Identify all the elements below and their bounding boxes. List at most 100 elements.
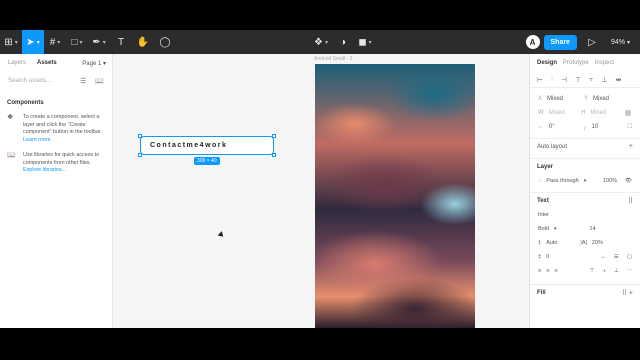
- component-tool-button[interactable]: ❖ ▾: [310, 30, 332, 54]
- auto-layout-section: Auto layout +: [530, 138, 640, 154]
- text-tool-button[interactable]: T: [110, 30, 132, 54]
- library-book-icon: 📖: [7, 152, 16, 159]
- align-center-h-icon[interactable]: ⫶: [551, 76, 553, 84]
- pen-tool-button[interactable]: ✒ ▾: [88, 30, 110, 54]
- resize-handle[interactable]: [272, 134, 276, 138]
- components-title: Components: [7, 100, 44, 106]
- comment-icon: ◯: [159, 36, 171, 48]
- explore-libraries-link[interactable]: Explore libraries...: [23, 167, 105, 175]
- vertical-align-top-icon[interactable]: ⊤: [590, 268, 595, 275]
- text-align-left-icon[interactable]: ≡: [538, 268, 541, 274]
- rotation-icon: ∟: [538, 124, 544, 130]
- font-family-select[interactable]: Inter: [538, 212, 549, 218]
- text-title: Text: [537, 197, 549, 204]
- sky-clouds-image[interactable]: [315, 64, 475, 328]
- frame-tool-button[interactable]: # ▾: [44, 30, 66, 54]
- x-field[interactable]: Mixed: [547, 96, 563, 102]
- resize-handle[interactable]: [272, 153, 276, 157]
- create-component-info: ❖ To create a component, select a layer …: [0, 114, 112, 144]
- text-styles-icon[interactable]: ⠿: [628, 197, 633, 205]
- text-align-center-icon[interactable]: ≡: [546, 268, 549, 274]
- hand-icon: ✋: [136, 36, 150, 48]
- vertical-align-bottom-icon[interactable]: ⊥: [614, 268, 619, 275]
- constrain-proportions-icon[interactable]: ⛓: [624, 110, 632, 117]
- libraries-info: 📖 Use libraries for quick access to comp…: [0, 152, 112, 175]
- tab-layers[interactable]: Layers: [8, 60, 26, 66]
- selection-size-badge: 300 × 40: [194, 157, 220, 165]
- mask-tool-button[interactable]: ◑: [332, 30, 354, 54]
- paragraph-spacing-field[interactable]: 0: [546, 254, 549, 260]
- eye-icon[interactable]: 👁: [625, 178, 632, 184]
- font-weight-select[interactable]: Bold: [538, 226, 549, 232]
- add-fill-icon[interactable]: ⠿ +: [622, 289, 633, 297]
- comment-tool-button[interactable]: ◯: [154, 30, 176, 54]
- radius-field[interactable]: 10: [592, 124, 599, 131]
- paragraph-spacing-icon: ‡: [538, 254, 542, 260]
- avatar[interactable]: A: [525, 35, 540, 49]
- component-icon: ❖: [7, 114, 14, 121]
- canvas[interactable]: Contactme4work 300 × 40 Android Small - …: [113, 54, 529, 328]
- w-field[interactable]: Mixed: [549, 110, 565, 116]
- align-left-icon[interactable]: ⊢: [537, 76, 543, 84]
- page-selector[interactable]: Page 1 ▾: [82, 60, 106, 67]
- align-middle-icon[interactable]: ⫟: [589, 76, 593, 84]
- rotation-field[interactable]: 0°: [549, 124, 555, 130]
- move-cursor-icon: ➤: [26, 36, 35, 48]
- rectangle-icon: □: [71, 36, 78, 48]
- layer-title: Layer: [537, 163, 554, 170]
- figma-window: ⊞ ▾ ➤ ▾ # ▾ □ ▾ ✒ ▾ T ✋ ◯ ❖ ▾ ◑ ◼ ▾ A Share ▷ 9…: [0, 30, 640, 328]
- w-label: W: [538, 110, 544, 116]
- font-size-field[interactable]: 14: [590, 226, 596, 232]
- layer-section: Layer: [530, 158, 640, 174]
- text-section: Text ⠿: [530, 192, 640, 208]
- alignment-toolbar: ⊢ ⫶ ⊣ ⊤ ⫟ ⊥ ⇹: [530, 72, 640, 88]
- align-bottom-icon[interactable]: ⊥: [601, 76, 607, 84]
- component-icon: ❖: [314, 36, 323, 48]
- list-view-icon[interactable]: ☰: [80, 77, 86, 85]
- main-menu-button[interactable]: ⊞ ▾: [0, 30, 22, 54]
- move-tool-button[interactable]: ➤ ▾: [22, 30, 44, 54]
- opacity-field[interactable]: 100%: [603, 178, 617, 184]
- h-field[interactable]: Mixed: [591, 110, 607, 116]
- frame-icon: #: [49, 36, 56, 48]
- line-height-field[interactable]: Auto: [546, 240, 557, 246]
- learn-more-link[interactable]: Learn more: [23, 137, 105, 145]
- pen-icon: ✒: [92, 36, 101, 48]
- present-button[interactable]: ▷: [581, 30, 603, 54]
- add-auto-layout-icon[interactable]: +: [629, 143, 633, 150]
- search-assets-input[interactable]: Search assets...: [8, 78, 51, 84]
- fill-title: Fill: [537, 289, 546, 296]
- resize-handle[interactable]: [138, 134, 142, 138]
- vertical-align-middle-icon[interactable]: ⫟: [602, 268, 605, 275]
- align-right-icon[interactable]: ⊣: [561, 76, 567, 84]
- shape-tool-button[interactable]: □ ▾: [66, 30, 88, 54]
- frame-label[interactable]: Android Small - 3: [314, 56, 352, 62]
- letter-spacing-field[interactable]: 20%: [592, 240, 603, 246]
- auto-height-icon[interactable]: ☰: [614, 254, 619, 260]
- hand-tool-button[interactable]: ✋: [132, 30, 154, 54]
- resize-handle[interactable]: [138, 153, 142, 157]
- boolean-tool-button[interactable]: ◼ ▾: [354, 30, 376, 54]
- fixed-size-icon[interactable]: ▢: [627, 254, 632, 260]
- auto-width-icon[interactable]: ↔: [600, 254, 606, 260]
- selected-text-box[interactable]: Contactme4work: [140, 136, 274, 155]
- zoom-level[interactable]: 94% ▾: [607, 39, 634, 46]
- mouse-cursor-icon: [217, 231, 226, 239]
- align-top-icon[interactable]: ⊤: [575, 76, 581, 84]
- text-align-right-icon[interactable]: ≡: [554, 268, 557, 274]
- selected-text[interactable]: Contactme4work: [150, 142, 227, 149]
- contrast-icon: ◑: [339, 36, 347, 48]
- tab-assets[interactable]: Assets: [37, 60, 57, 66]
- more-text-options-icon[interactable]: ⋯: [627, 268, 633, 275]
- library-book-icon[interactable]: 📖: [95, 77, 104, 85]
- tab-prototype[interactable]: Prototype: [563, 60, 589, 66]
- y-field[interactable]: Mixed: [593, 96, 609, 102]
- x-label: X: [538, 96, 543, 102]
- independent-corners-icon[interactable]: ⛶: [628, 124, 632, 131]
- line-height-icon: ‡: [538, 240, 542, 246]
- tab-design[interactable]: Design: [537, 60, 557, 66]
- distribute-icon[interactable]: ⇹: [615, 76, 621, 84]
- blend-mode-select[interactable]: Pass through: [546, 178, 578, 184]
- tab-inspect[interactable]: Inspect: [595, 60, 614, 66]
- share-button[interactable]: Share: [543, 34, 577, 50]
